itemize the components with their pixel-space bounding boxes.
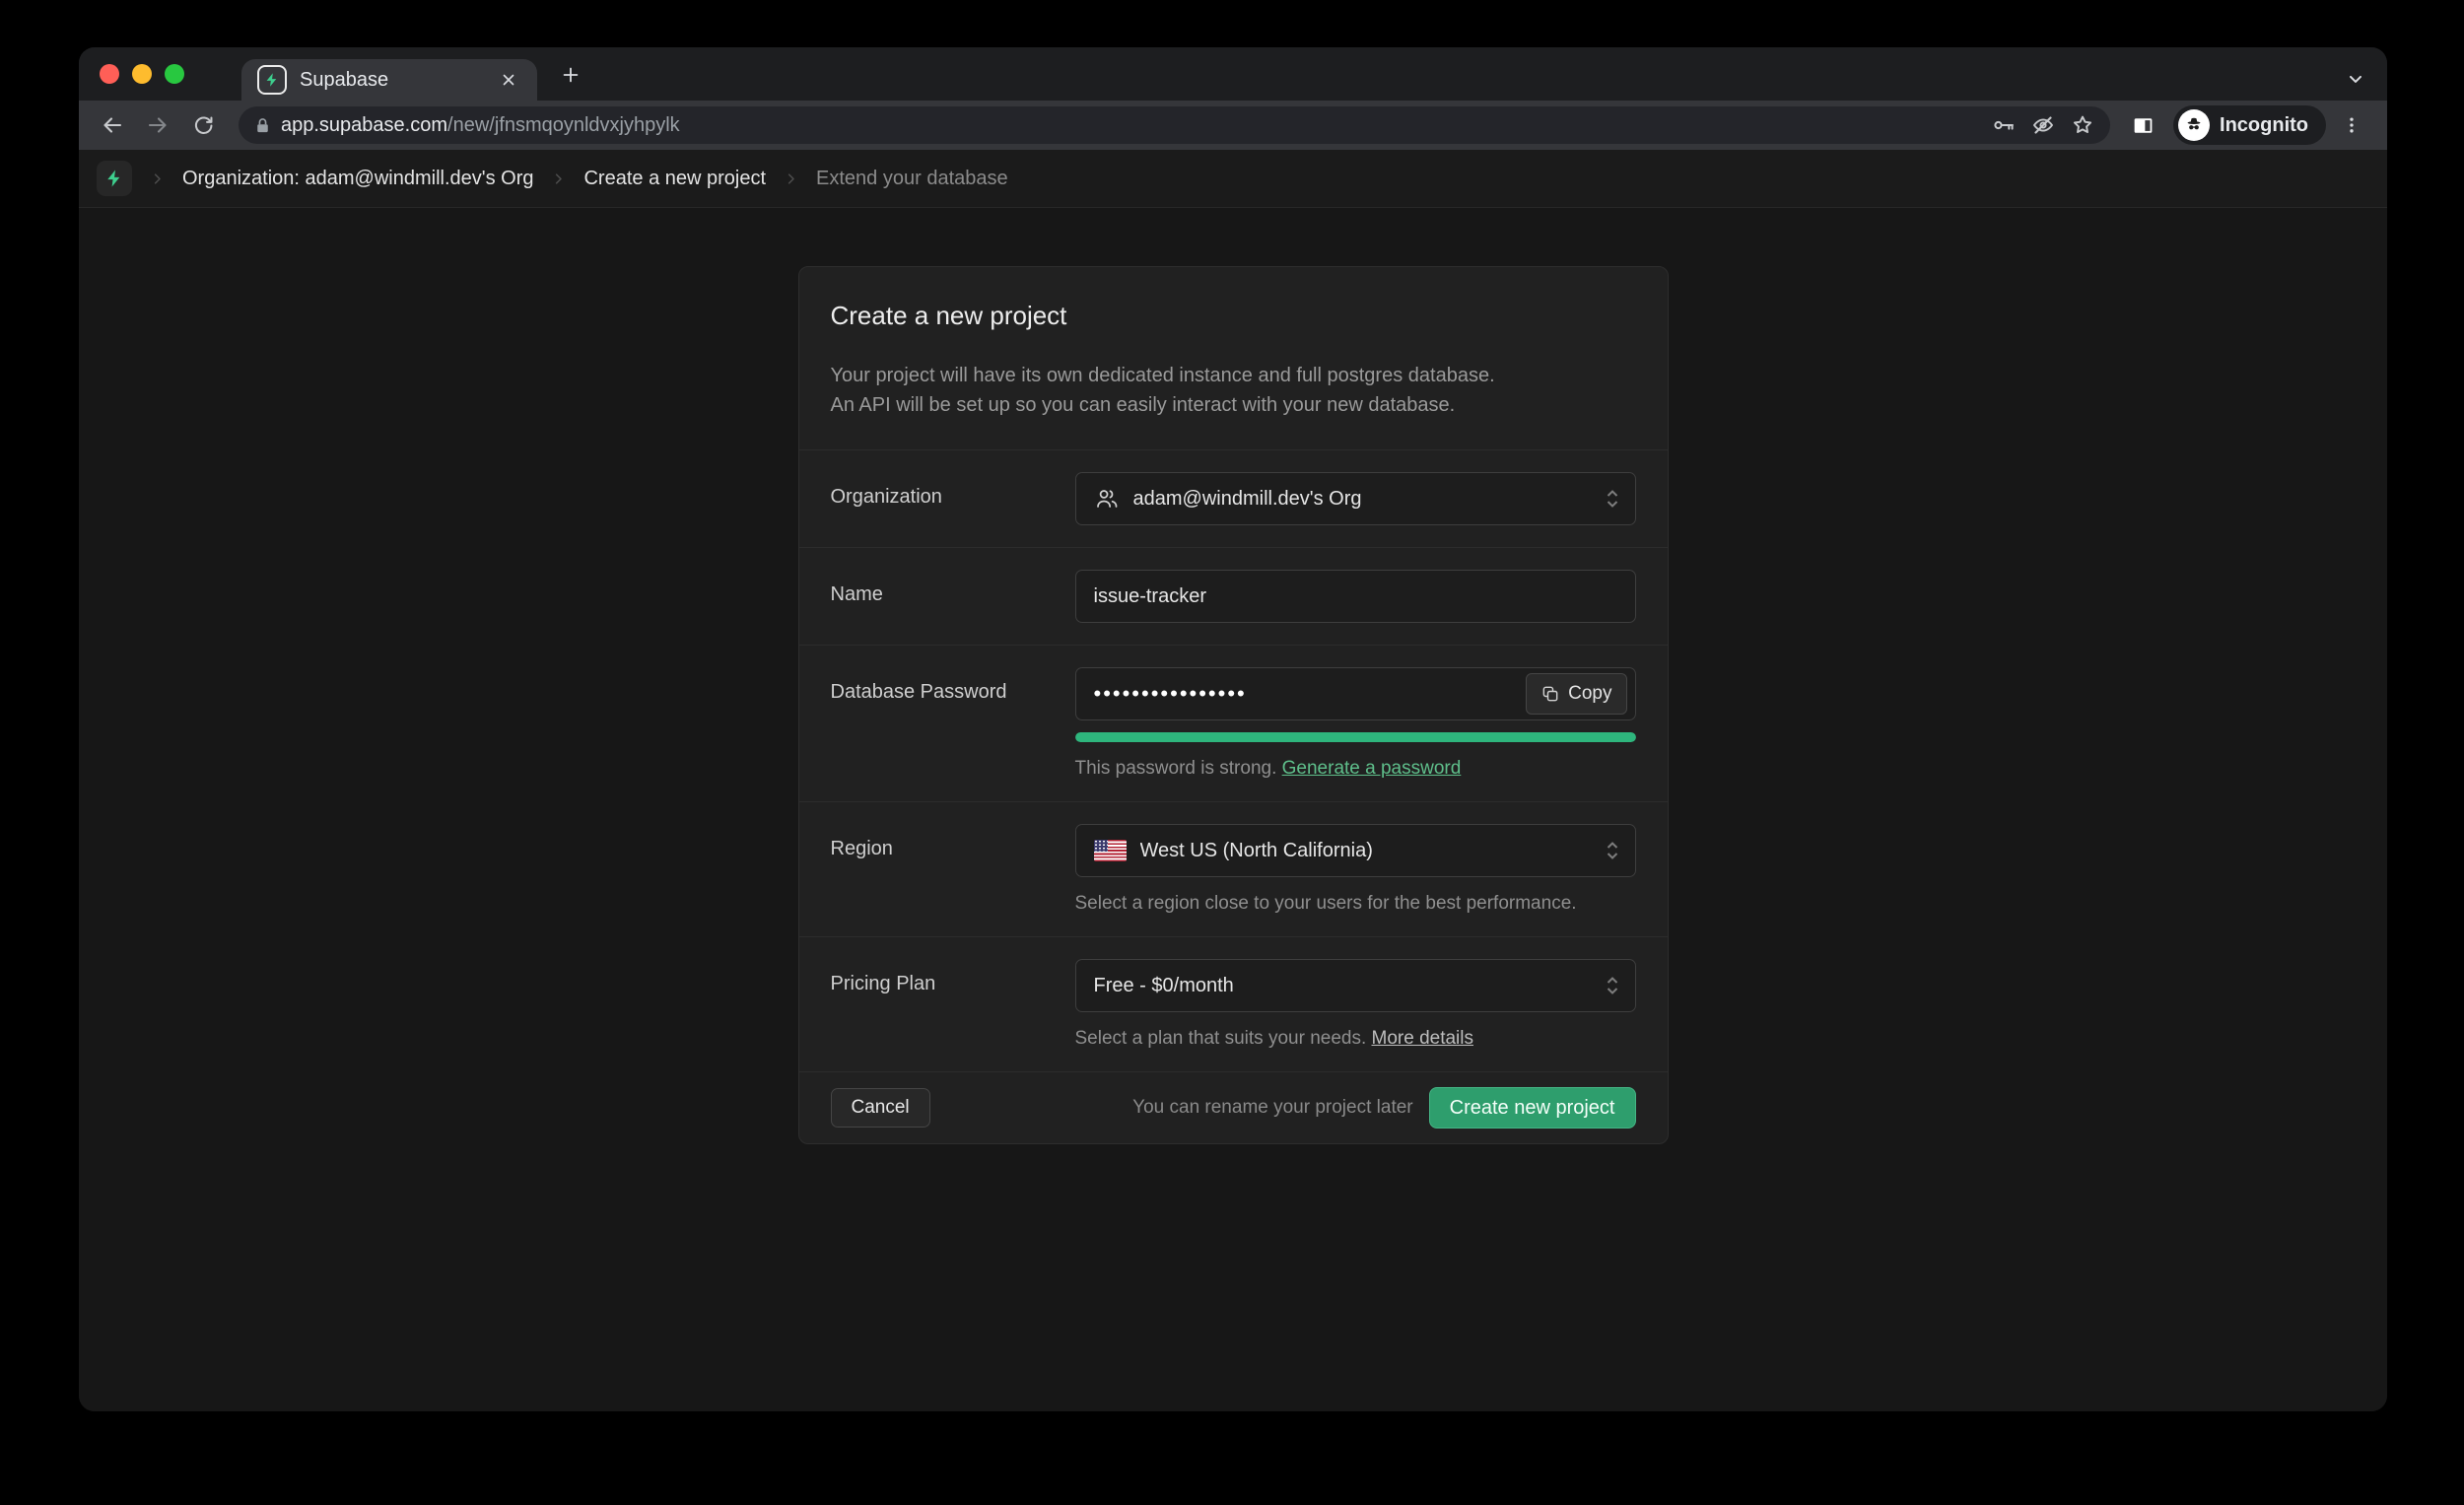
copy-icon <box>1540 684 1560 704</box>
pricing-label: Pricing Plan <box>831 959 1075 1050</box>
url-bar[interactable]: app.supabase.com/new/jfnsmqoynldvxjyhpyl… <box>239 106 2110 144</box>
supabase-favicon-icon <box>257 65 287 95</box>
us-flag-icon <box>1094 840 1127 861</box>
password-strength-text: This password is strong. <box>1075 758 1277 779</box>
pricing-row: Pricing Plan Free - $0/month Select a pl… <box>799 936 1668 1071</box>
breadcrumb-chevron-icon <box>780 171 802 186</box>
select-chevrons-icon <box>1604 973 1621 998</box>
breadcrumb-item-create-project[interactable]: Create a new project <box>583 168 766 190</box>
select-chevrons-icon <box>1604 838 1621 863</box>
organization-value: adam@windmill.dev's Org <box>1133 488 1617 511</box>
organization-label: Organization <box>831 472 1075 525</box>
description-line-2: An API will be set up so you can easily … <box>831 390 1636 420</box>
eye-off-icon[interactable] <box>2031 113 2055 137</box>
select-chevrons-icon <box>1604 486 1621 512</box>
breadcrumb-item-extend-database: Extend your database <box>816 168 1008 190</box>
name-label: Name <box>831 570 1075 623</box>
tab-close-icon[interactable] <box>496 67 521 93</box>
users-icon <box>1094 486 1120 512</box>
generate-password-link[interactable]: Generate a password <box>1282 758 1462 779</box>
urlbar-actions <box>1992 113 2094 137</box>
url-text: app.supabase.com/new/jfnsmqoynldvxjyhpyl… <box>281 114 1984 137</box>
password-masked-value: •••••••••••••••• <box>1094 681 1513 707</box>
window-controls <box>79 47 206 101</box>
browser-toolbar: app.supabase.com/new/jfnsmqoynldvxjyhpyl… <box>79 101 2387 150</box>
tab-title: Supabase <box>300 69 483 92</box>
region-row: Region West US (North California) Select… <box>799 801 1668 936</box>
copy-password-button[interactable]: Copy <box>1526 673 1626 715</box>
minimize-window-button[interactable] <box>132 64 152 84</box>
reload-button[interactable] <box>183 105 223 145</box>
password-label: Database Password <box>831 667 1075 780</box>
password-row: Database Password •••••••••••••••• Copy <box>799 645 1668 801</box>
name-row: Name issue-tracker <box>799 547 1668 645</box>
card-header: Create a new project Your project will h… <box>799 267 1668 449</box>
breadcrumb-chevron-icon <box>146 171 169 186</box>
more-details-link[interactable]: More details <box>1372 1028 1474 1049</box>
name-input[interactable]: issue-tracker <box>1075 570 1636 623</box>
back-button[interactable] <box>93 105 132 145</box>
pricing-value: Free - $0/month <box>1094 975 1617 997</box>
page-content: Create a new project Your project will h… <box>79 208 2387 1411</box>
browser-tab-supabase[interactable]: Supabase <box>241 59 537 101</box>
card-footer: Cancel You can rename your project later… <box>799 1071 1668 1143</box>
incognito-label: Incognito <box>2220 114 2308 137</box>
site-header: Organization: adam@windmill.dev's Org Cr… <box>79 150 2387 208</box>
password-strength-meter <box>1075 732 1636 742</box>
cancel-button[interactable]: Cancel <box>831 1088 930 1128</box>
pricing-help-text: Select a plan that suits your needs. <box>1075 1028 1367 1049</box>
secure-lock-icon <box>252 115 273 136</box>
incognito-spy-icon <box>2178 109 2210 141</box>
forward-button[interactable] <box>138 105 177 145</box>
tab-strip: Supabase <box>79 47 2387 101</box>
organization-select[interactable]: adam@windmill.dev's Org <box>1075 472 1636 525</box>
region-value: West US (North California) <box>1140 840 1617 862</box>
name-value: issue-tracker <box>1094 585 1617 608</box>
side-panel-icon[interactable] <box>2126 108 2159 142</box>
footer-note: You can rename your project later <box>1132 1097 1428 1119</box>
password-strength-fill <box>1075 732 1636 742</box>
password-key-icon[interactable] <box>1992 113 2016 137</box>
organization-row: Organization adam@windmill.dev's Org <box>799 449 1668 547</box>
create-new-project-button[interactable]: Create new project <box>1429 1087 1636 1129</box>
create-project-card: Create a new project Your project will h… <box>798 266 1669 1144</box>
region-label: Region <box>831 824 1075 915</box>
close-window-button[interactable] <box>100 64 119 84</box>
tab-search-chevron-icon[interactable] <box>2346 69 2365 89</box>
region-help: Select a region close to your users for … <box>1075 893 1636 915</box>
copy-button-label: Copy <box>1568 683 1611 705</box>
zoom-window-button[interactable] <box>165 64 184 84</box>
url-host: app.supabase.com <box>281 114 447 136</box>
description-line-1: Your project will have its own dedicated… <box>831 361 1636 390</box>
region-select[interactable]: West US (North California) <box>1075 824 1636 877</box>
password-input[interactable]: •••••••••••••••• Copy <box>1075 667 1636 720</box>
supabase-logo[interactable] <box>97 161 132 196</box>
bookmark-star-icon[interactable] <box>2071 113 2094 137</box>
breadcrumb-chevron-icon <box>547 171 570 186</box>
password-help: This password is strong. Generate a pass… <box>1075 758 1636 780</box>
browser-window: Supabase <box>79 47 2387 1411</box>
pricing-help: Select a plan that suits your needs. Mor… <box>1075 1028 1636 1050</box>
page-title: Create a new project <box>831 301 1636 331</box>
browser-menu-icon[interactable] <box>2332 105 2371 145</box>
incognito-badge[interactable]: Incognito <box>2173 105 2326 145</box>
lightning-bolt-icon <box>264 72 280 88</box>
breadcrumb-item-organization[interactable]: Organization: adam@windmill.dev's Org <box>182 168 533 190</box>
url-path: /new/jfnsmqoynldvxjyhpylk <box>447 114 680 136</box>
pricing-select[interactable]: Free - $0/month <box>1075 959 1636 1012</box>
new-tab-button[interactable] <box>549 53 592 97</box>
